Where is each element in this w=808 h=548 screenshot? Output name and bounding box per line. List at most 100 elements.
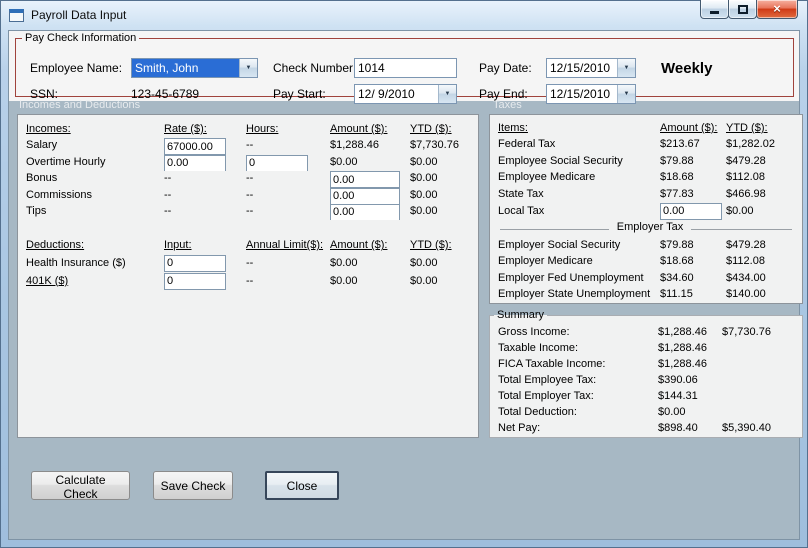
tax-label: Employer State Unemployment — [498, 288, 651, 301]
tax-ytd: $466.98 — [726, 187, 766, 200]
tax-ytd: $112.08 — [726, 255, 765, 268]
tax-amount: $18.68 — [660, 255, 694, 268]
deduction-label: Health Insurance ($) — [26, 256, 126, 269]
close-window-button[interactable]: × — [756, 0, 798, 19]
ssn-value: 123-45-6789 — [131, 87, 200, 101]
deductions-table: Deductions: Input: Annual Limit($): Amou… — [18, 231, 478, 290]
summary-ytd: $7,730.76 — [722, 326, 771, 338]
income-ytd-cell: $0.00 — [410, 204, 438, 217]
column-header: YTD ($): — [726, 122, 768, 134]
summary-ytd — [722, 389, 802, 405]
tax-label: Local Tax — [498, 204, 545, 217]
employee-name-label: Employee Name: — [30, 61, 123, 75]
health-insurance-input[interactable] — [164, 254, 226, 272]
income-rate-cell: -- — [164, 204, 172, 217]
pay-date-dropdown-button[interactable]: ▼ — [617, 59, 635, 77]
column-header: YTD ($): — [410, 239, 452, 252]
tax-label: Federal Tax — [498, 138, 556, 151]
deduction-limit-cell: -- — [246, 256, 254, 269]
income-amount-cell — [330, 187, 410, 204]
deduction-ytd-cell: $0.00 — [410, 256, 438, 269]
maximize-icon — [737, 4, 748, 14]
k401-input[interactable] — [164, 272, 226, 290]
column-header: Amount ($): — [660, 122, 718, 134]
tax-amount: $34.60 — [660, 271, 694, 284]
taxes-panel: Items: Amount ($): YTD ($): Federal Tax … — [489, 114, 803, 304]
deduction-ytd-cell: $0.00 — [410, 274, 438, 287]
summary-label: Taxable Income: — [498, 342, 579, 354]
employer-tax-divider-label: Employer Tax — [608, 220, 692, 233]
pay-end-picker[interactable]: 12/15/2010 ▼ — [546, 84, 636, 104]
app-icon — [9, 8, 24, 22]
pay-end-dropdown-button[interactable]: ▼ — [617, 85, 635, 103]
chevron-down-icon: ▼ — [623, 65, 630, 71]
tax-amount: $11.15 — [660, 288, 693, 301]
column-header: Amount ($): — [330, 239, 388, 252]
summary-value: $390.06 — [658, 374, 698, 386]
column-header: YTD ($): — [410, 123, 452, 135]
deduction-input-cell — [164, 272, 246, 291]
calculate-check-button[interactable]: Calculate Check — [31, 471, 130, 501]
summary-label: Total Deduction: — [498, 406, 577, 418]
column-header: Incomes: — [26, 123, 71, 135]
tax-amount: $213.67 — [660, 138, 700, 151]
paycheck-info-group-label: Pay Check Information — [22, 32, 140, 44]
tax-ytd: $479.28 — [726, 238, 766, 251]
taxes-section-header: Taxes — [493, 99, 522, 111]
summary-value: $1,288.46 — [658, 342, 707, 354]
income-ytd-cell: $7,730.76 — [410, 139, 459, 152]
summary-label: Gross Income: — [498, 326, 570, 338]
summary-value: $0.00 — [658, 406, 686, 418]
income-ytd-cell: $0.00 — [410, 155, 438, 168]
deduction-amount-cell: $0.00 — [330, 274, 358, 287]
column-header: Hours: — [246, 123, 279, 135]
overtime-rate-input[interactable] — [164, 154, 226, 172]
deduction-amount-cell: $0.00 — [330, 256, 358, 269]
maximize-button[interactable] — [728, 0, 757, 19]
summary-label: Net Pay: — [498, 422, 541, 434]
summary-value: $898.40 — [658, 422, 698, 434]
column-header: Deductions: — [26, 239, 85, 252]
summary-value: $1,288.46 — [658, 358, 707, 370]
summary-ytd: $5,390.40 — [722, 422, 771, 434]
pay-start-value: 12/ 9/2010 — [358, 87, 415, 101]
income-label: Tips — [26, 204, 47, 217]
income-amount-cell — [330, 203, 410, 221]
income-hours-cell: -- — [246, 172, 254, 185]
commissions-amount-input[interactable] — [330, 187, 400, 204]
employee-name-combobox[interactable]: Smith, John ▼ — [131, 58, 258, 78]
incomes-panel: Incomes: Rate ($): Hours: Amount ($): YT… — [17, 114, 479, 438]
income-hours-cell: -- — [246, 204, 254, 217]
income-rate-cell: -- — [164, 188, 172, 201]
overtime-hours-input[interactable] — [246, 154, 308, 172]
tips-amount-input[interactable] — [330, 203, 400, 221]
income-hours-cell: -- — [246, 188, 254, 201]
pay-start-label: Pay Start: — [273, 87, 326, 101]
income-label: Bonus — [26, 172, 58, 185]
pay-start-picker[interactable]: 12/ 9/2010 ▼ — [354, 84, 457, 104]
tax-label: Employee Social Security — [498, 154, 623, 167]
close-icon: × — [773, 1, 781, 16]
summary-table: Gross Income: $1,288.46 $7,730.76 Taxabl… — [490, 321, 802, 437]
save-check-button[interactable]: Save Check — [153, 471, 233, 500]
pay-start-dropdown-button[interactable]: ▼ — [438, 85, 456, 103]
summary-label: FICA Taxable Income: — [498, 358, 606, 370]
tax-amount: $77.83 — [660, 187, 694, 200]
minimize-button[interactable] — [700, 0, 729, 19]
check-number-input[interactable] — [354, 58, 457, 78]
deduction-401k-link[interactable]: 401K ($) — [26, 273, 164, 291]
bonus-amount-input[interactable] — [330, 171, 400, 188]
pay-date-picker[interactable]: 12/15/2010 ▼ — [546, 58, 636, 78]
tax-ytd: $1,282.02 — [726, 138, 775, 151]
close-button[interactable]: Close — [265, 471, 339, 500]
employee-name-dropdown-button[interactable]: ▼ — [239, 59, 257, 77]
tax-amount: $18.68 — [660, 171, 694, 184]
local-tax-input[interactable] — [660, 202, 722, 220]
titlebar[interactable]: Payroll Data Input × — [0, 0, 808, 30]
pay-frequency-label: Weekly — [661, 60, 713, 77]
check-number-label: Check Number: — [273, 61, 357, 75]
summary-ytd — [722, 405, 802, 421]
salary-rate-input[interactable] — [164, 138, 226, 155]
deduction-input-cell — [164, 254, 246, 273]
column-header: Items: — [498, 122, 528, 134]
